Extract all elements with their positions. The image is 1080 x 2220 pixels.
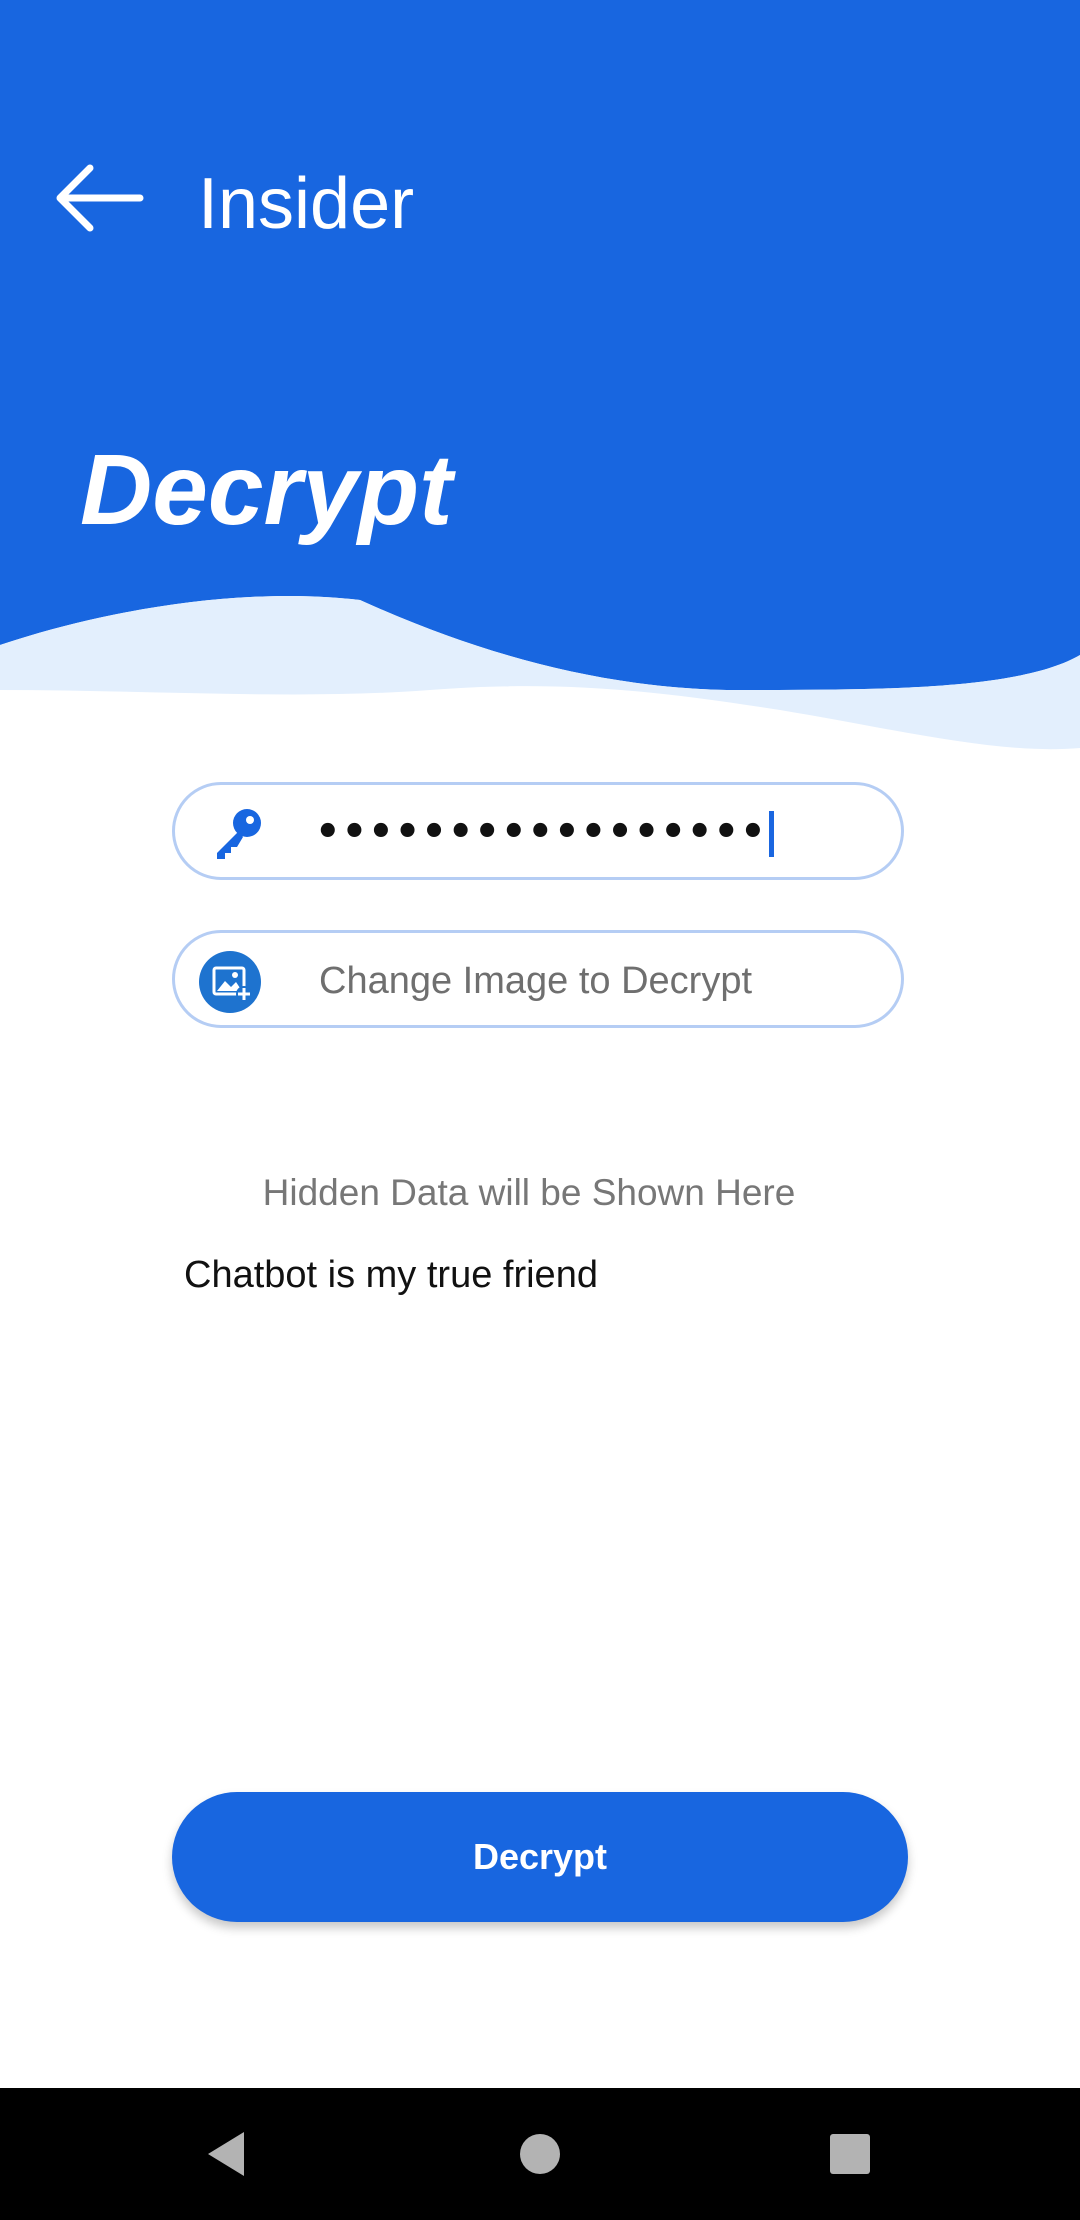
app-title: Insider xyxy=(198,164,415,244)
header-background xyxy=(0,0,1080,750)
text-caret xyxy=(768,811,774,857)
decrypt-button[interactable]: Decrypt xyxy=(172,1792,908,1922)
square-recents-icon[interactable] xyxy=(820,2124,880,2184)
hidden-data-hint: Hidden Data will be Shown Here xyxy=(262,1172,796,1213)
triangle-back-icon[interactable] xyxy=(200,2124,260,2184)
password-masked-value: ••••••••••••••••• xyxy=(315,809,767,855)
decrypted-text: Chatbot is my true friend xyxy=(184,1254,598,1296)
password-input[interactable]: ••••••••••••••••• xyxy=(315,803,774,861)
circle-home-icon[interactable] xyxy=(510,2124,570,2184)
key-icon xyxy=(217,809,261,859)
change-image-button[interactable]: Change Image to Decrypt xyxy=(172,930,904,1028)
change-image-label: Change Image to Decrypt xyxy=(319,960,753,1002)
page-heading: Decrypt xyxy=(80,434,453,546)
back-arrow-icon[interactable] xyxy=(50,160,146,236)
image-add-icon xyxy=(199,951,261,1013)
system-nav-bar xyxy=(0,2088,1080,2220)
password-field[interactable]: ••••••••••••••••• xyxy=(172,782,904,880)
